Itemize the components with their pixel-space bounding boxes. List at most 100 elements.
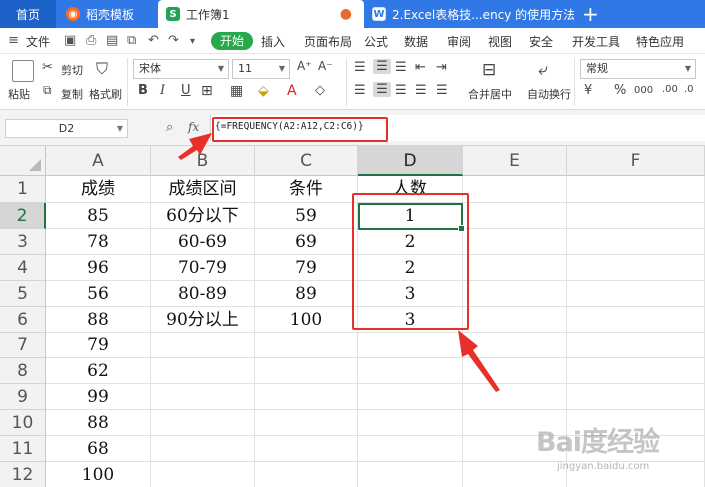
indent-decrease-icon[interactable]: ⇤ bbox=[415, 60, 426, 75]
copy-icon[interactable]: ⧉ bbox=[43, 83, 52, 98]
merge-center-icon[interactable]: ⊟ bbox=[482, 60, 496, 80]
select-all-button[interactable] bbox=[0, 146, 46, 176]
font-size-select[interactable]: 11 ▼ bbox=[232, 59, 290, 79]
cell-c5[interactable]: 89 bbox=[255, 281, 358, 307]
tab-daoke-templates[interactable]: ◉ 稻壳模板 bbox=[58, 0, 158, 28]
new-tab-button[interactable]: + bbox=[582, 2, 599, 26]
menu-file[interactable]: 文件 bbox=[26, 33, 50, 50]
wrap-text-icon[interactable]: ⤶ bbox=[538, 60, 548, 80]
fill-color-icon[interactable]: ⬙ bbox=[258, 83, 269, 99]
row-header-8[interactable]: 8 bbox=[0, 358, 46, 384]
merge-center-button[interactable]: 合并居中 bbox=[468, 86, 512, 102]
font-name-select[interactable]: 宋体 ▼ bbox=[133, 59, 229, 79]
cell-f8[interactable] bbox=[567, 358, 705, 384]
menu-security[interactable]: 安全 bbox=[529, 33, 553, 50]
underline-icon[interactable]: U bbox=[181, 83, 191, 98]
shrink-font-icon[interactable]: A⁻ bbox=[318, 59, 333, 73]
cell-c3[interactable]: 69 bbox=[255, 229, 358, 255]
cut-button[interactable]: 剪切 bbox=[61, 62, 83, 78]
align-left-icon[interactable]: ☰ bbox=[354, 83, 366, 98]
menu-page-layout[interactable]: 页面布局 bbox=[304, 33, 352, 50]
cell-c8[interactable] bbox=[255, 358, 358, 384]
cell-a1[interactable]: 成绩 bbox=[46, 176, 151, 203]
cell-c1[interactable]: 条件 bbox=[255, 176, 358, 203]
undo-icon[interactable]: ↶ bbox=[148, 33, 159, 48]
cell-d7[interactable] bbox=[358, 333, 463, 358]
cell-e8[interactable] bbox=[463, 358, 567, 384]
cell-e4[interactable] bbox=[463, 255, 567, 281]
row-header-10[interactable]: 10 bbox=[0, 410, 46, 436]
row-header-5[interactable]: 5 bbox=[0, 281, 46, 307]
cell-e7[interactable] bbox=[463, 333, 567, 358]
cell-b7[interactable] bbox=[151, 333, 255, 358]
cell-b11[interactable] bbox=[151, 436, 255, 462]
cell-f7[interactable] bbox=[567, 333, 705, 358]
cell-b10[interactable] bbox=[151, 410, 255, 436]
merge-cells-icon[interactable]: ▦ bbox=[230, 83, 243, 99]
percent-icon[interactable]: % bbox=[614, 83, 626, 98]
clear-format-icon[interactable]: ◇ bbox=[315, 83, 325, 98]
cell-e9[interactable] bbox=[463, 384, 567, 410]
menu-developer-tools[interactable]: 开发工具 bbox=[572, 33, 620, 50]
row-header-11[interactable]: 11 bbox=[0, 436, 46, 462]
cell-e1[interactable] bbox=[463, 176, 567, 203]
cell-b4[interactable]: 70-79 bbox=[151, 255, 255, 281]
cell-a4[interactable]: 96 bbox=[46, 255, 151, 281]
tab-home[interactable]: 首页 bbox=[0, 0, 56, 28]
distributed-align-icon[interactable]: ☰ bbox=[436, 83, 448, 98]
cell-d8[interactable] bbox=[358, 358, 463, 384]
cell-e5[interactable] bbox=[463, 281, 567, 307]
menu-special-apps[interactable]: 特色应用 bbox=[636, 33, 684, 50]
search-function-icon[interactable]: ⌕ bbox=[166, 120, 173, 135]
wrap-text-button[interactable]: 自动换行 bbox=[527, 86, 571, 102]
export-icon[interactable]: ⧉ bbox=[127, 33, 136, 48]
cell-a9[interactable]: 99 bbox=[46, 384, 151, 410]
row-header-7[interactable]: 7 bbox=[0, 333, 46, 358]
bold-icon[interactable]: B bbox=[138, 83, 148, 98]
cell-f6[interactable] bbox=[567, 307, 705, 333]
print-icon[interactable]: ▤ bbox=[106, 33, 118, 48]
cell-c11[interactable] bbox=[255, 436, 358, 462]
grow-font-icon[interactable]: A⁺ bbox=[297, 59, 312, 73]
cell-a11[interactable]: 68 bbox=[46, 436, 151, 462]
decrease-decimal-icon[interactable]: .0 bbox=[684, 84, 694, 95]
cell-b1[interactable]: 成绩区间 bbox=[151, 176, 255, 203]
menu-formulas[interactable]: 公式 bbox=[364, 33, 388, 50]
column-header-f[interactable]: F bbox=[567, 146, 705, 176]
italic-icon[interactable]: I bbox=[160, 83, 165, 98]
cell-d10[interactable] bbox=[358, 410, 463, 436]
row-header-12[interactable]: 12 bbox=[0, 462, 46, 487]
cell-c10[interactable] bbox=[255, 410, 358, 436]
cell-b6[interactable]: 90分以上 bbox=[151, 307, 255, 333]
cell-f4[interactable] bbox=[567, 255, 705, 281]
cell-b9[interactable] bbox=[151, 384, 255, 410]
column-header-c[interactable]: C bbox=[255, 146, 358, 176]
border-icon[interactable]: ⊞ bbox=[201, 83, 213, 99]
row-header-2[interactable]: 2 bbox=[0, 203, 46, 229]
cell-c9[interactable] bbox=[255, 384, 358, 410]
cell-e2[interactable] bbox=[463, 203, 567, 229]
cell-c7[interactable] bbox=[255, 333, 358, 358]
tab-workbook1[interactable]: S 工作簿1 ● bbox=[158, 0, 364, 28]
cut-icon[interactable]: ✂ bbox=[42, 60, 53, 75]
save-icon[interactable]: ▣ bbox=[64, 33, 76, 48]
copy-button[interactable]: 复制 bbox=[61, 86, 83, 102]
row-header-4[interactable]: 4 bbox=[0, 255, 46, 281]
paste-button[interactable]: 粘贴 bbox=[8, 86, 30, 102]
column-header-d[interactable]: D bbox=[358, 146, 463, 176]
align-bottom-icon[interactable]: ☰ bbox=[395, 60, 407, 75]
menu-data[interactable]: 数据 bbox=[404, 33, 428, 50]
cell-b5[interactable]: 80-89 bbox=[151, 281, 255, 307]
tab-document-2[interactable]: W 2.Excel表格技...ency 的使用方法 ▭ × bbox=[366, 0, 574, 28]
number-format-select[interactable]: 常规 ▼ bbox=[580, 59, 696, 79]
align-right-icon[interactable]: ☰ bbox=[395, 83, 407, 98]
cell-a12[interactable]: 100 bbox=[46, 462, 151, 487]
justify-icon[interactable]: ☰ bbox=[415, 83, 427, 98]
name-box[interactable]: D2 ▼ bbox=[5, 119, 128, 138]
cell-a3[interactable]: 78 bbox=[46, 229, 151, 255]
cell-c12[interactable] bbox=[255, 462, 358, 487]
column-header-b[interactable]: B bbox=[151, 146, 255, 176]
cell-c2[interactable]: 59 bbox=[255, 203, 358, 229]
align-center-icon[interactable]: ☰ bbox=[373, 82, 391, 97]
format-painter-icon[interactable]: ⛉ bbox=[96, 59, 108, 79]
